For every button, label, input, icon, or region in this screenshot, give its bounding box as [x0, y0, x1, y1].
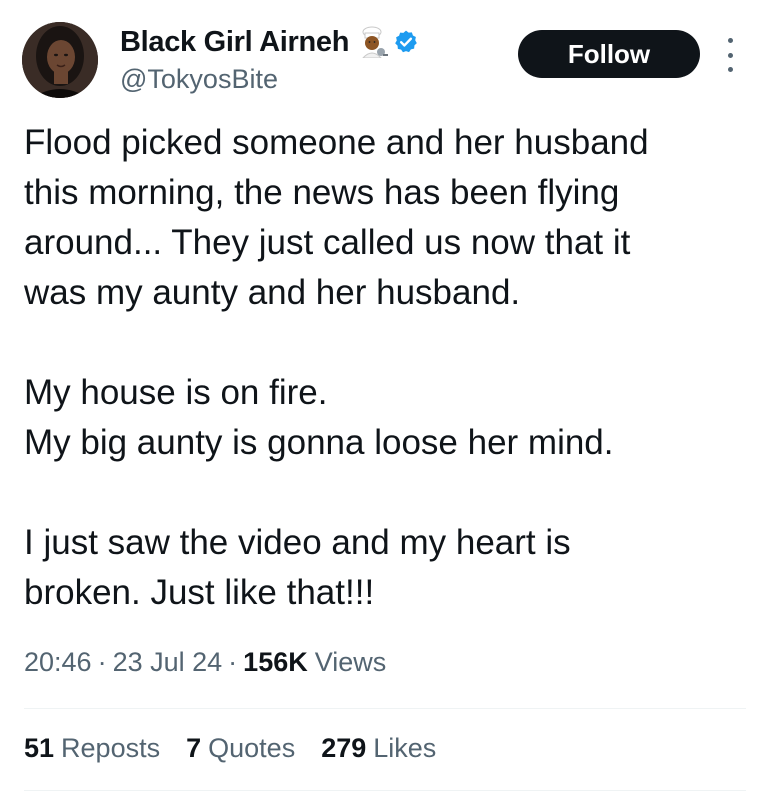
tweet-meta: 20:46 · 23 Jul 24 · 156K Views	[24, 647, 386, 678]
dot	[727, 52, 733, 58]
dot	[727, 67, 733, 72]
tweet-header: Black Girl Airneh @TokyosBite Follow	[0, 0, 768, 110]
tweet-time[interactable]: 20:46	[24, 647, 92, 678]
tweet-text: Flood picked someone and her husband thi…	[24, 118, 754, 618]
divider	[24, 708, 746, 709]
avatar[interactable]	[22, 22, 98, 98]
meta-separator: ·	[228, 647, 238, 677]
meta-separator: ·	[97, 647, 107, 677]
likes-label: Likes	[373, 733, 437, 763]
dot	[727, 38, 733, 43]
tweet-line: I just saw the video and my heart is	[24, 523, 571, 562]
quotes-label: Quotes	[208, 733, 296, 763]
tweet-line: was my aunty and her husband.	[24, 273, 521, 312]
views-label: Views	[314, 647, 387, 677]
tweet-line: Flood picked someone and her husband	[24, 123, 649, 162]
chef-emoji-icon	[357, 26, 389, 59]
reposts-count: 51	[24, 733, 55, 763]
tweet-line: My big aunty is gonna loose her mind.	[24, 423, 614, 462]
tweet-line: My house is on fire.	[24, 373, 328, 412]
name-row: Black Girl Airneh	[120, 24, 419, 60]
display-name[interactable]: Black Girl Airneh	[120, 26, 349, 59]
more-vertical-icon[interactable]	[720, 38, 740, 72]
tweet-paragraph: Flood picked someone and her husband thi…	[24, 118, 754, 318]
quotes-stat[interactable]: 7 Quotes	[186, 733, 295, 764]
tweet-line: this morning, the news has been flying	[24, 173, 620, 212]
reposts-label: Reposts	[61, 733, 161, 763]
engagement-stats: 51 Reposts 7 Quotes 279 Likes	[24, 733, 462, 764]
tweet-paragraph: My house is on fire. My big aunty is gon…	[24, 368, 754, 468]
likes-count: 279	[321, 733, 367, 763]
quotes-count: 7	[186, 733, 202, 763]
tweet-paragraph: I just saw the video and my heart is bro…	[24, 518, 754, 618]
reposts-stat[interactable]: 51 Reposts	[24, 733, 160, 764]
tweet-line: around... They just called us now that i…	[24, 223, 631, 262]
likes-stat[interactable]: 279 Likes	[321, 733, 436, 764]
tweet-date[interactable]: 23 Jul 24	[113, 647, 223, 678]
handle[interactable]: @TokyosBite	[120, 64, 278, 95]
verified-badge-icon	[393, 29, 419, 55]
tweet-line: broken. Just like that!!!	[24, 573, 375, 612]
divider	[24, 790, 746, 791]
follow-button[interactable]: Follow	[518, 30, 700, 78]
views-count: 156K	[243, 647, 308, 677]
